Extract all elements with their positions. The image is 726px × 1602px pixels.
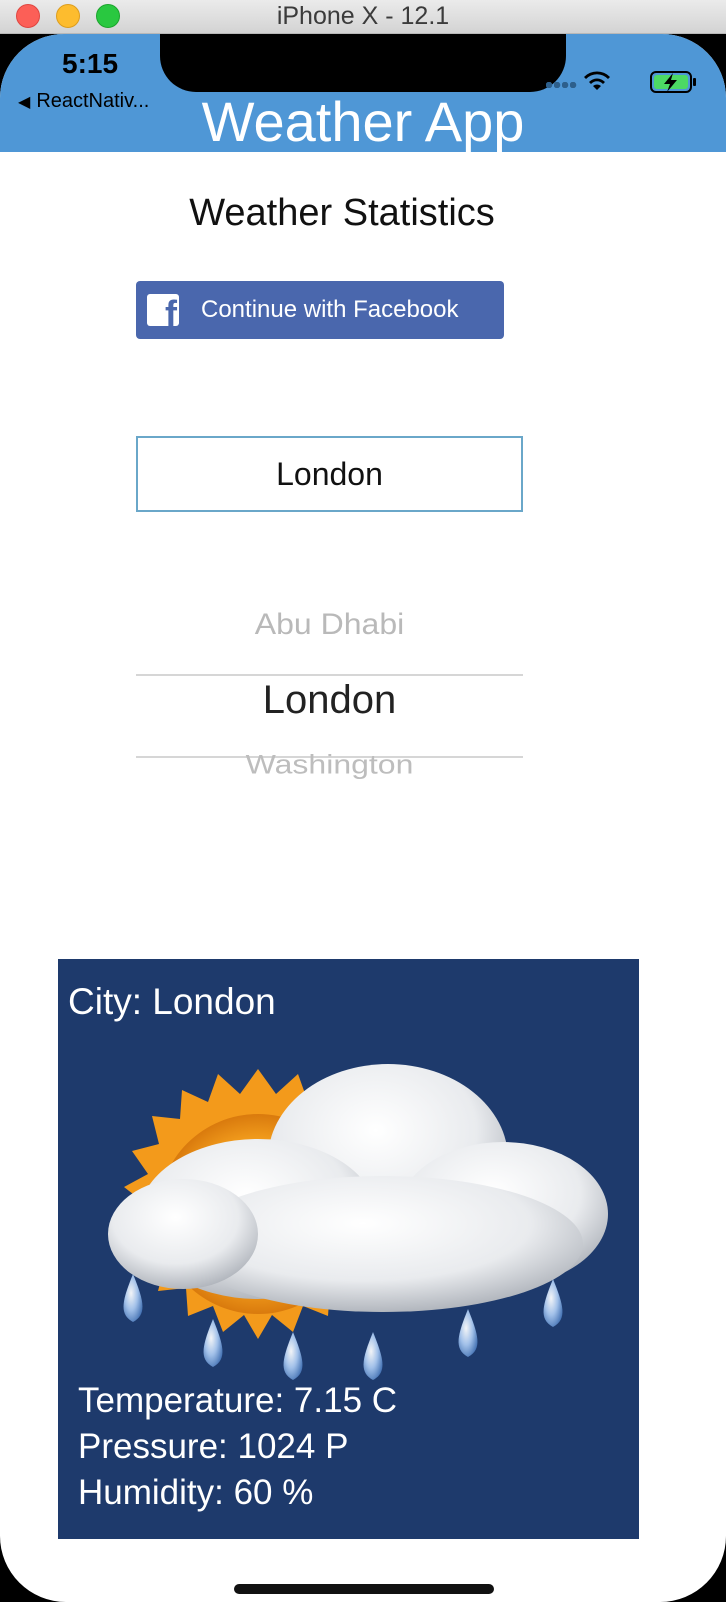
simulator-title-bar: iPhone X - 12.1 <box>0 0 726 34</box>
device-frame: 5:15 ◀ ReactNativ... Weather App Weather… <box>0 34 726 1602</box>
picker-divider <box>136 674 523 676</box>
picker-option[interactable]: Abu Dhabi <box>136 607 523 641</box>
device-notch <box>160 34 566 92</box>
phone-screen: 5:15 ◀ ReactNativ... Weather App Weather… <box>0 34 726 1602</box>
weather-card: City: London Temperature: 7.15 C Pressur… <box>58 959 639 1539</box>
facebook-icon: f <box>147 294 179 326</box>
window-title: iPhone X - 12.1 <box>276 2 450 30</box>
weather-statistics-heading: Weather Statistics <box>189 192 495 234</box>
weather-humidity: Humidity: 60 % <box>78 1473 314 1512</box>
home-indicator[interactable] <box>234 1584 494 1594</box>
picker-selected-option[interactable]: London <box>136 678 523 723</box>
app-title: Weather App <box>201 90 525 153</box>
city-input[interactable]: London <box>136 436 523 512</box>
weather-city: City: London <box>68 981 276 1022</box>
facebook-button-label: Continue with Facebook <box>201 296 459 323</box>
weather-pressure: Pressure: 1024 P <box>78 1427 349 1466</box>
signal-dots-icon <box>546 82 578 88</box>
wifi-icon <box>584 71 610 90</box>
app-header: 5:15 ◀ ReactNativ... Weather App <box>0 34 726 152</box>
battery-charging-icon <box>650 71 696 93</box>
city-picker[interactable]: Abu Dhabi London Washington <box>136 596 523 816</box>
weather-temperature: Temperature: 7.15 C <box>78 1381 398 1420</box>
status-time: 5:15 <box>62 48 119 79</box>
picker-option[interactable]: Washington <box>136 749 523 780</box>
continue-with-facebook-button[interactable]: f Continue with Facebook <box>136 281 504 339</box>
